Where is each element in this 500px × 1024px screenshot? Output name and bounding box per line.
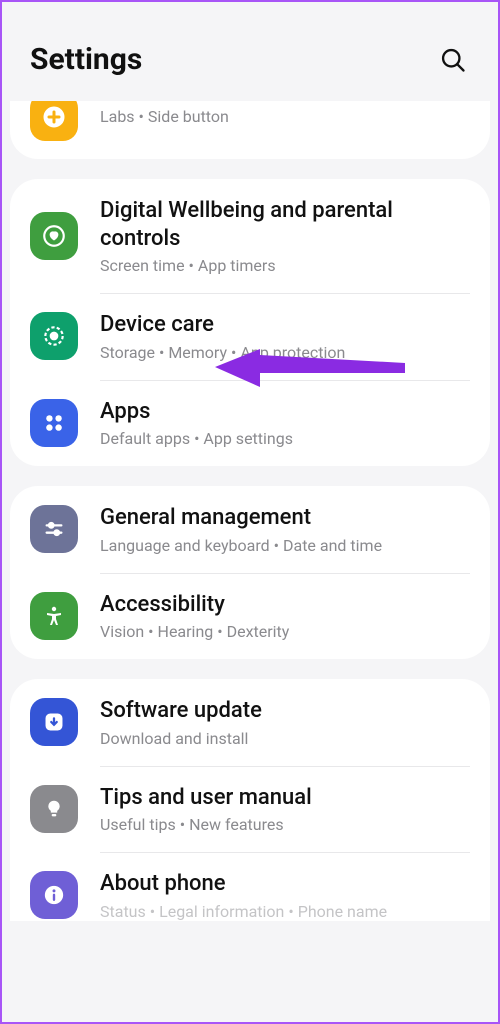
row-title: Tips and user manual <box>100 784 470 812</box>
settings-group: Digital Wellbeing and parental controls … <box>10 179 490 466</box>
row-title: About phone <box>100 870 470 898</box>
settings-row-apps[interactable]: Apps Default apps • App settings <box>10 380 490 467</box>
row-title: Digital Wellbeing and parental controls <box>100 197 470 252</box>
row-subtitle: Storage • Memory • App protection <box>100 343 470 362</box>
search-icon <box>439 46 467 74</box>
device-care-icon <box>30 312 78 360</box>
heart-monitor-icon <box>30 212 78 260</box>
row-title: Device care <box>100 311 470 339</box>
settings-row-device-care[interactable]: Device care Storage • Memory • App prote… <box>10 293 490 380</box>
row-subtitle: Vision • Hearing • Dexterity <box>100 622 470 641</box>
plus-icon <box>30 101 78 141</box>
page-title: Settings <box>30 42 142 77</box>
row-subtitle: Status • Legal information • Phone name <box>100 902 470 921</box>
row-title: Software update <box>100 697 470 725</box>
settings-row-general-management[interactable]: General management Language and keyboard… <box>10 486 490 573</box>
settings-group: Software update Download and install Tip… <box>10 679 490 921</box>
settings-group: General management Language and keyboard… <box>10 486 490 659</box>
row-title: Apps <box>100 398 470 426</box>
lightbulb-icon <box>30 785 78 833</box>
settings-row-tips[interactable]: Tips and user manual Useful tips • New f… <box>10 766 490 853</box>
info-icon <box>30 871 78 919</box>
download-icon <box>30 698 78 746</box>
row-subtitle: Screen time • App timers <box>100 256 470 275</box>
search-button[interactable] <box>436 43 470 77</box>
row-subtitle: Labs • Side button <box>100 107 470 126</box>
row-subtitle: Default apps • App settings <box>100 429 470 448</box>
row-subtitle: Language and keyboard • Date and time <box>100 536 470 555</box>
settings-row-accessibility[interactable]: Accessibility Vision • Hearing • Dexteri… <box>10 573 490 660</box>
row-title: Accessibility <box>100 591 470 619</box>
settings-row-software-update[interactable]: Software update Download and install <box>10 679 490 766</box>
row-title: General management <box>100 504 470 532</box>
apps-grid-icon <box>30 399 78 447</box>
row-subtitle: Useful tips • New features <box>100 815 470 834</box>
sliders-icon <box>30 505 78 553</box>
settings-row-about-phone[interactable]: About phone Status • Legal information •… <box>10 852 490 921</box>
settings-row-digital-wellbeing[interactable]: Digital Wellbeing and parental controls … <box>10 179 490 293</box>
settings-group: Advanced features Labs • Side button <box>10 101 490 159</box>
row-subtitle: Download and install <box>100 729 470 748</box>
settings-row-advanced-features[interactable]: Advanced features Labs • Side button <box>10 101 490 159</box>
accessibility-icon <box>30 592 78 640</box>
